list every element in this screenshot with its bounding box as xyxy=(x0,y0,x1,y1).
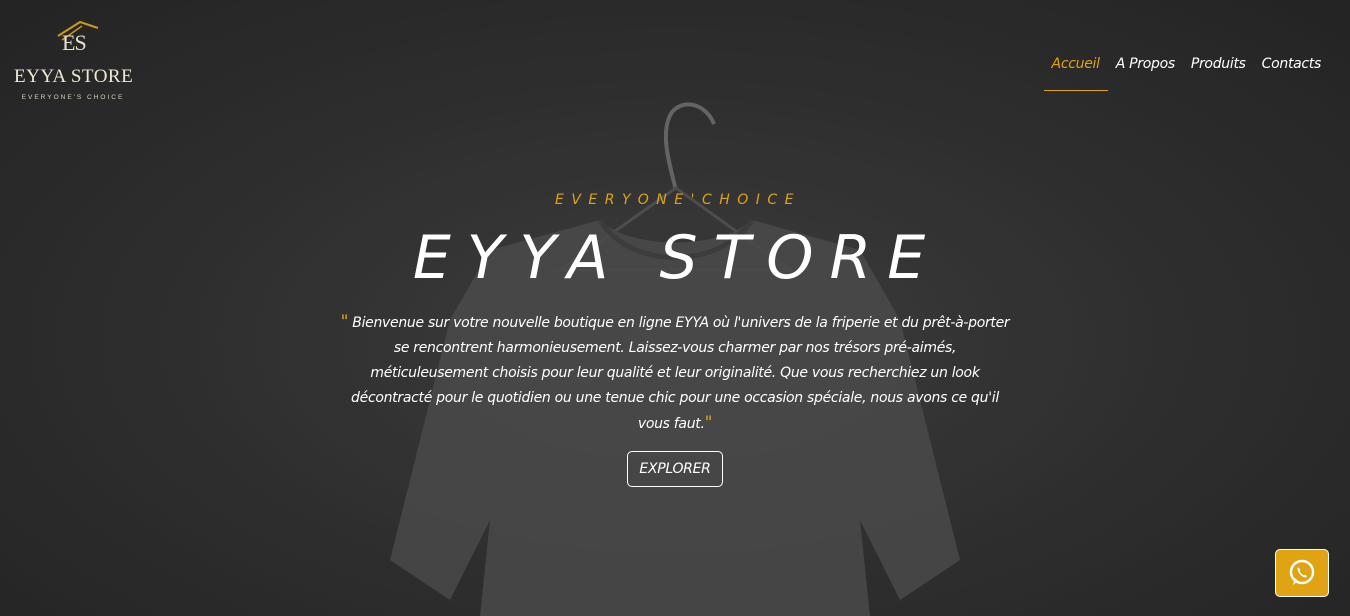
whatsapp-icon xyxy=(1289,559,1315,585)
explorer-button[interactable]: EXPLORER xyxy=(627,451,723,487)
hero-title: EYYA STORE xyxy=(412,223,942,293)
hero-tagline: EVERYONE'CHOICE xyxy=(554,192,802,208)
logo[interactable]: ES EYYA STORE EVERYONE'S CHOICE xyxy=(14,18,134,101)
nav-item-contacts[interactable]: Contacts xyxy=(1254,56,1329,91)
logo-tagline: EVERYONE'S CHOICE xyxy=(21,94,125,101)
logo-monogram: ES xyxy=(62,30,87,55)
nav-item-accueil[interactable]: Accueil xyxy=(1043,56,1108,91)
nav-item-produits[interactable]: Produits xyxy=(1183,56,1254,91)
logo-mark: ES xyxy=(14,18,132,62)
logo-name: EYYA STORE xyxy=(14,66,134,87)
nav-item-a-propos[interactable]: A Propos xyxy=(1108,56,1183,91)
whatsapp-button[interactable] xyxy=(1275,549,1329,597)
main-nav: Accueil A Propos Produits Contacts xyxy=(1043,56,1329,91)
hero-description: Bienvenue sur votre nouvelle boutique en… xyxy=(348,315,1010,432)
quote-close: " xyxy=(704,413,713,433)
hero-description-block: " Bienvenue sur votre nouvelle boutique … xyxy=(340,310,1010,437)
quote-open: " xyxy=(340,312,349,332)
hero-section: EVERYONE'CHOICE EYYA STORE " Bienvenue s… xyxy=(0,192,1350,487)
